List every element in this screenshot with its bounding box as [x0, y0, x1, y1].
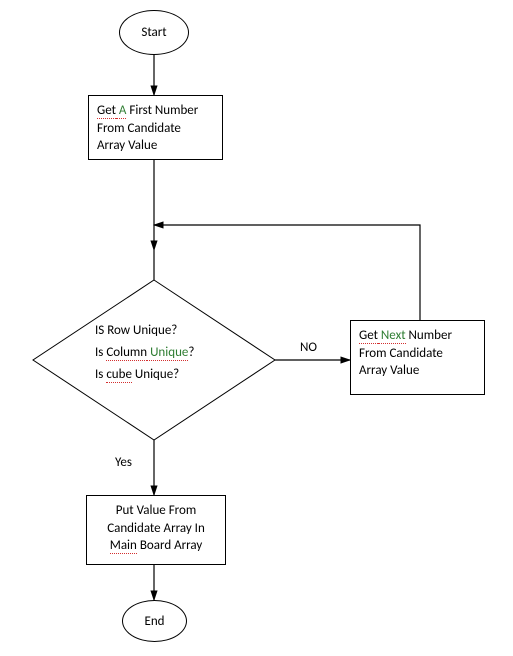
put-value-node: Put Value From Candidate Array In Main B…	[86, 495, 226, 565]
start-node: Start	[119, 10, 189, 55]
putvalue-line3: Main Board Array	[95, 537, 217, 555]
decision-q2: Is Column Unique?	[95, 342, 194, 364]
decision-q3: Is cube Unique?	[95, 364, 194, 386]
edge-label-yes: Yes	[115, 455, 132, 470]
start-label: Start	[141, 25, 166, 40]
get-next-number-node: Get Next Number From Candidate Array Val…	[350, 320, 485, 395]
end-node: End	[122, 600, 187, 642]
getfirst-line2: From Candidate	[97, 120, 214, 138]
getfirst-line3: Array Value	[97, 137, 214, 155]
getnext-line1: Get Next Number	[359, 327, 476, 345]
putvalue-line1: Put Value From	[95, 502, 217, 520]
decision-q1: IS Row Unique?	[95, 320, 194, 342]
decision-text: IS Row Unique? Is Column Unique? Is cube…	[95, 320, 194, 386]
getnext-line2: From Candidate	[359, 345, 476, 363]
edge-label-no: NO	[300, 340, 317, 355]
getfirst-line1: Get A First Number	[97, 102, 214, 120]
get-first-number-node: Get A First Number From Candidate Array …	[88, 95, 223, 160]
putvalue-line2: Candidate Array In	[95, 520, 217, 538]
flowchart-canvas: Start Get A First Number From Candidate …	[0, 0, 513, 656]
end-label: End	[144, 614, 164, 629]
getnext-line3: Array Value	[359, 362, 476, 380]
uniqueness-decision-node: IS Row Unique? Is Column Unique? Is cube…	[33, 280, 275, 440]
